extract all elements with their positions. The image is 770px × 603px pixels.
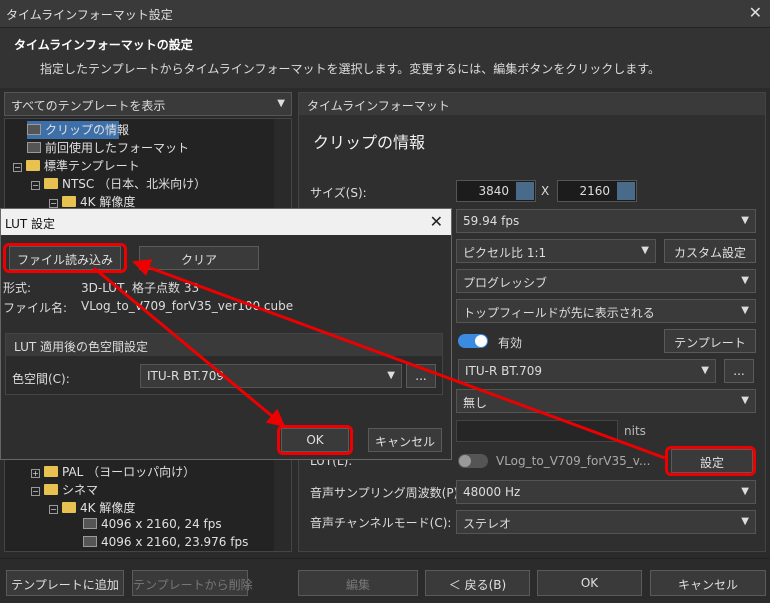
footer-cancel-button[interactable]: キャンセル (650, 570, 766, 596)
edit-button[interactable]: 編集 (298, 570, 418, 596)
annotation-arrows (93, 259, 666, 460)
footer-ok-button[interactable]: OK (537, 570, 642, 596)
add-template-button[interactable]: テンプレートに追加 (6, 570, 124, 596)
remove-template-button[interactable]: テンプレートから削除 (132, 570, 253, 596)
arrow-settings-to-load (132, 259, 666, 460)
back-button[interactable]: ＜ 戻る(B) (425, 570, 530, 596)
arrow-load-to-ok (93, 266, 286, 428)
